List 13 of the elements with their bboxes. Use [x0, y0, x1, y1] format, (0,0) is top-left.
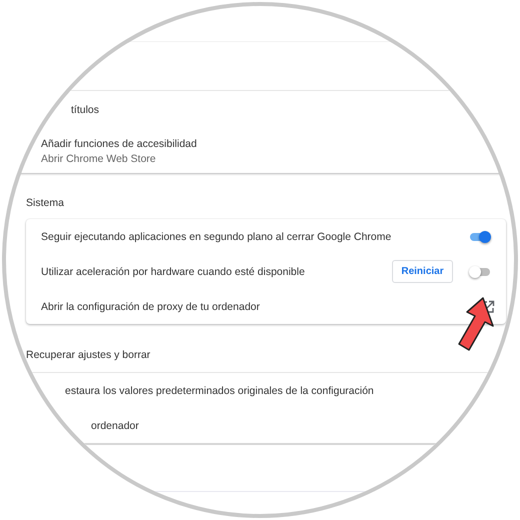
row-sublabel: Abrir Chrome Web Store [41, 152, 157, 164]
row-label[interactable]: ordenador [41, 420, 139, 432]
setting-label: Seguir ejecutando aplicaciones en segundo plano al cerrar Google Chrome [41, 230, 392, 242]
setting-label: Abrir la configuración de proxy de tu ordenador [41, 300, 260, 312]
restart-button[interactable]: Reiniciar [392, 260, 453, 283]
setting-label: Utilizar aceleración por hardware cuando esté disponible [41, 266, 305, 278]
section-heading: Recuperar ajustes y borrar [26, 348, 150, 360]
row-label[interactable]: títulos [41, 104, 100, 116]
toggle-switch[interactable] [469, 266, 491, 278]
row-label[interactable]: Añadir funciones de accesibilidad [41, 138, 197, 150]
row-label[interactable]: estaura los valores predeterminados originales de la configuración [41, 384, 374, 396]
section-heading: Sistema [26, 196, 65, 211]
toggle-switch[interactable] [469, 230, 491, 242]
